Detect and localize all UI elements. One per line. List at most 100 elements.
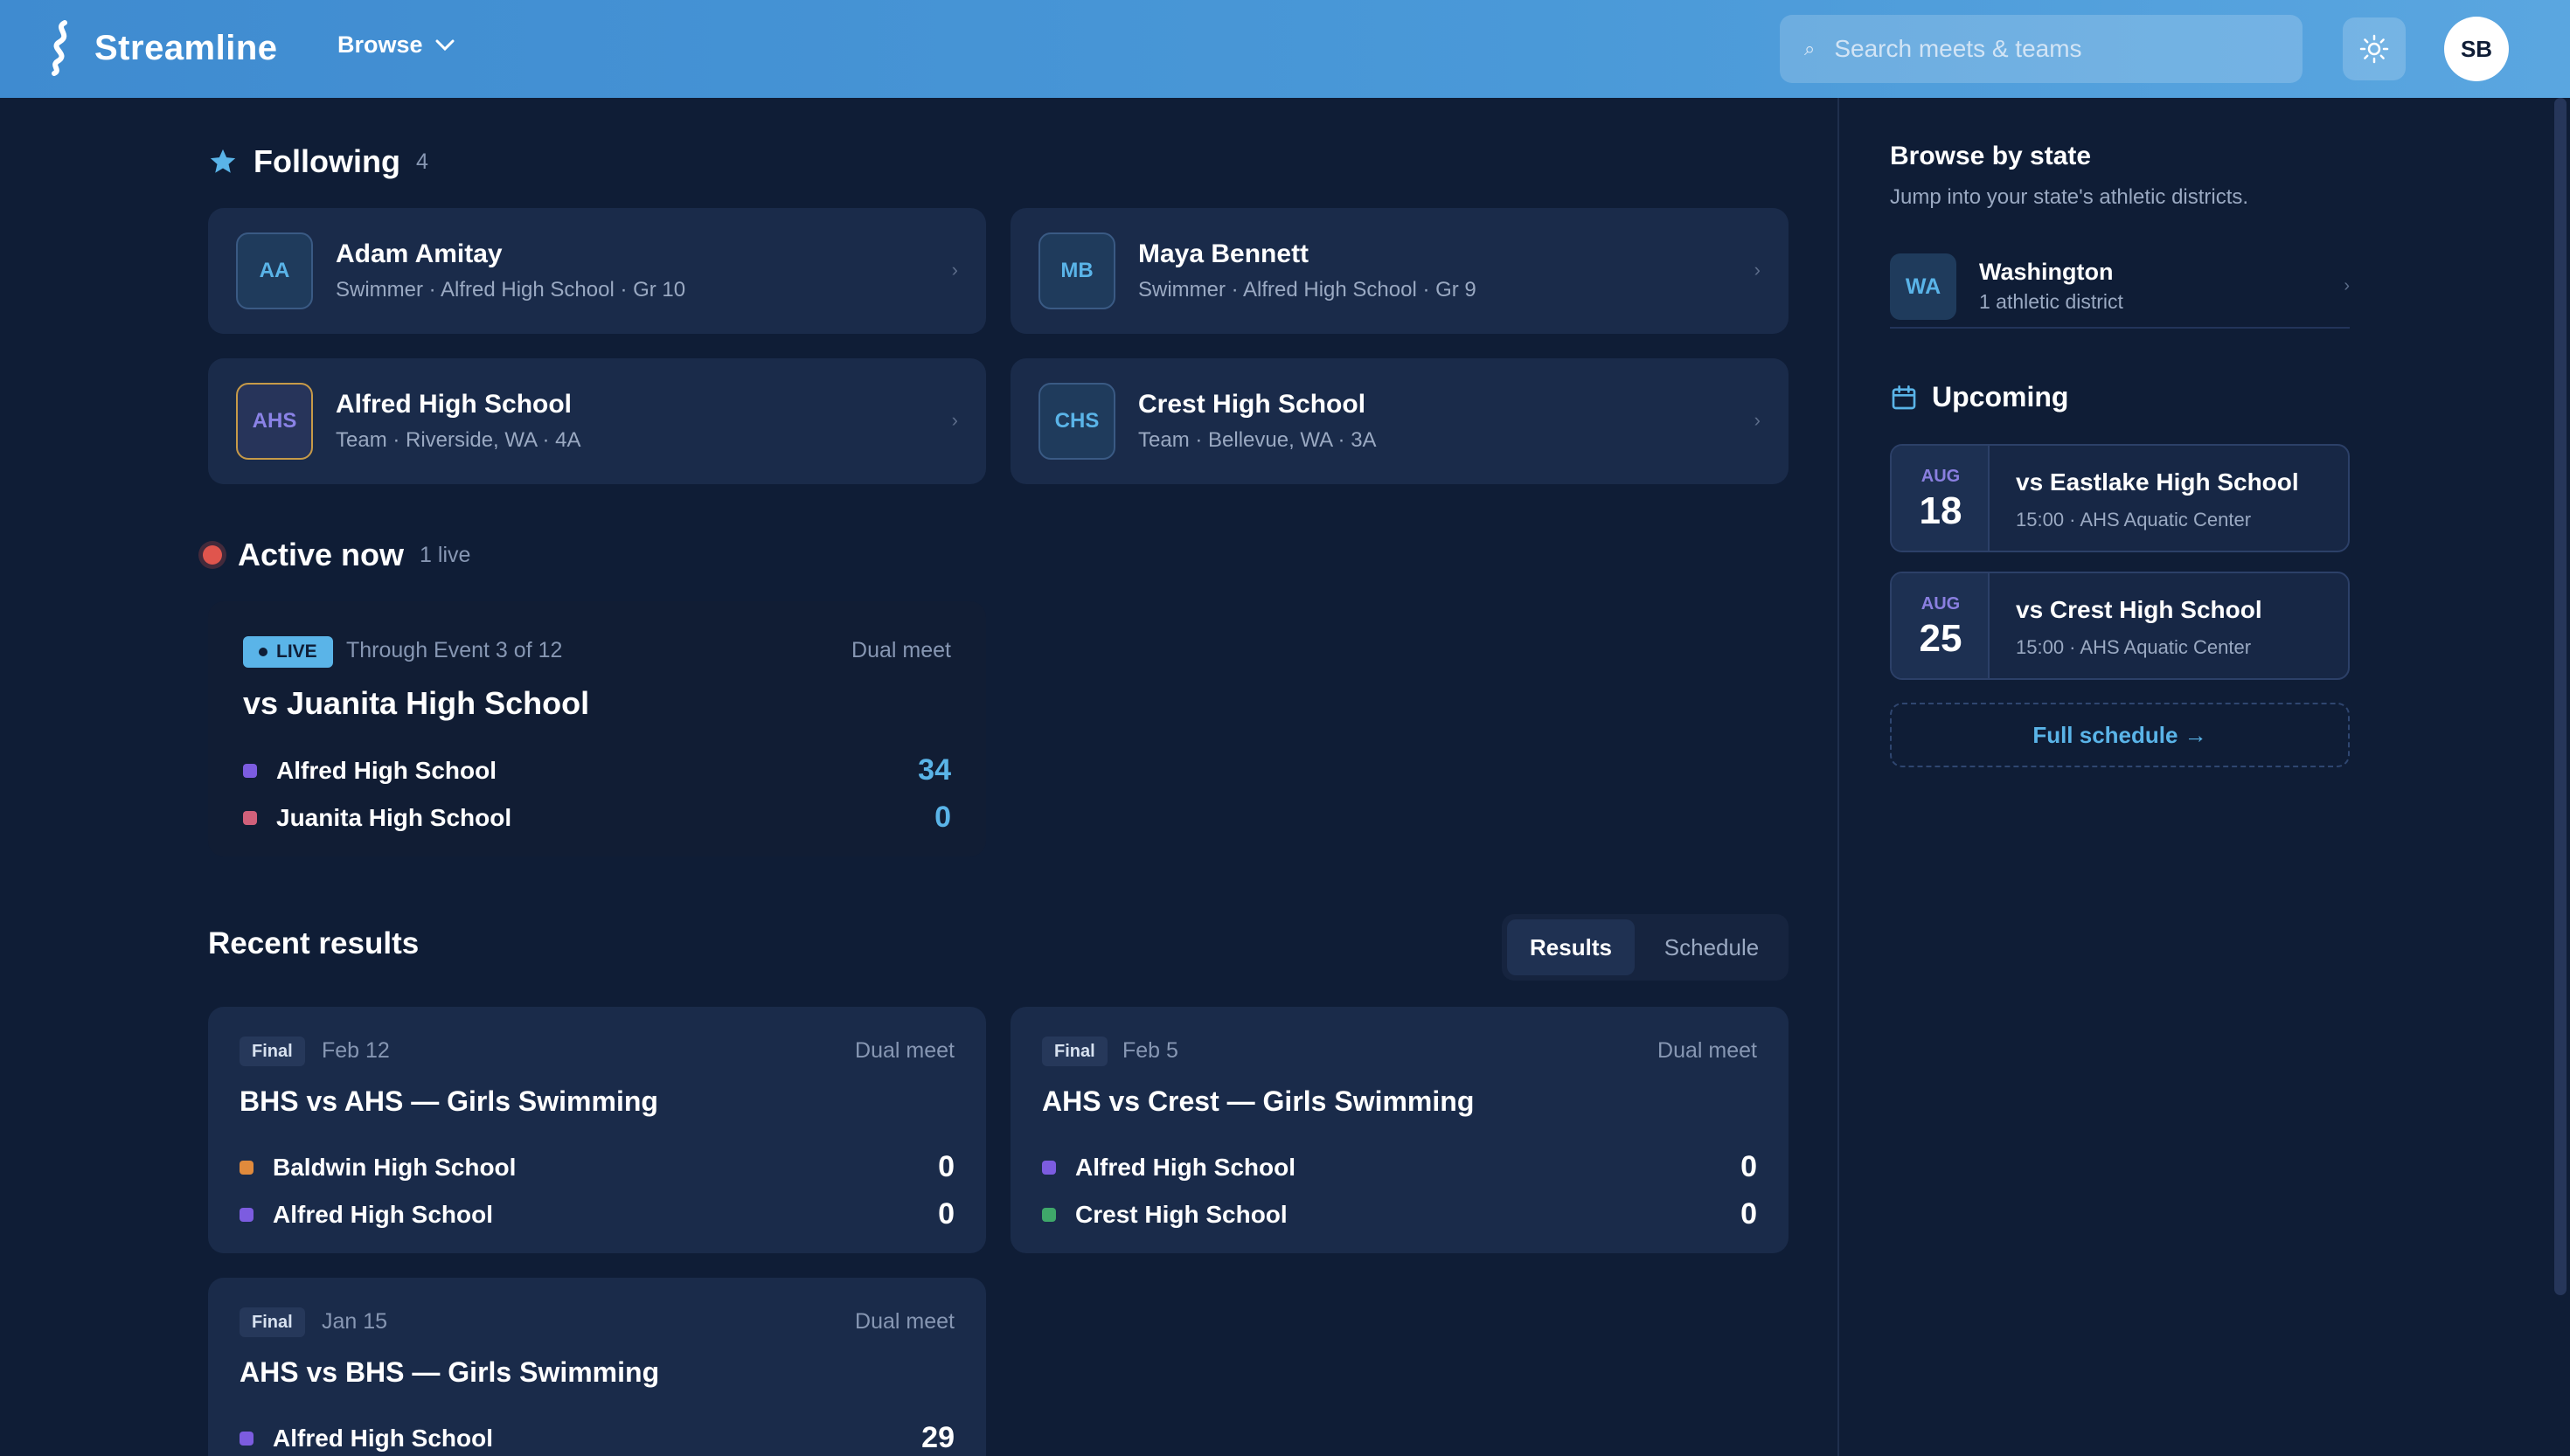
live-badge: LIVE bbox=[243, 636, 333, 668]
logo[interactable]: Streamline bbox=[45, 19, 278, 77]
team-row: Alfred High School bbox=[240, 1199, 493, 1231]
team-name: Juanita High School bbox=[276, 804, 512, 831]
team-color-swatch bbox=[240, 1432, 254, 1446]
team-score: 29 bbox=[921, 1421, 955, 1454]
team-score: 0 bbox=[938, 1197, 955, 1231]
team-badge: AHS bbox=[236, 383, 313, 460]
following-title: Following bbox=[254, 143, 400, 179]
follow-card-team[interactable]: AHS Alfred High School Team · Riverside,… bbox=[208, 358, 986, 484]
team-name: Baldwin High School bbox=[273, 1154, 517, 1181]
meet-progress: Through Event 3 of 12 bbox=[346, 638, 563, 662]
team-color-swatch bbox=[243, 764, 257, 778]
date-day: 25 bbox=[1919, 617, 1962, 660]
result-date: Jan 15 bbox=[322, 1309, 388, 1334]
date-block: AUG 18 bbox=[1892, 446, 1990, 551]
follow-subtitle: Team · Bellevue, WA · 3A bbox=[1138, 428, 1377, 452]
chevron-right-icon: › bbox=[1754, 259, 1761, 281]
result-card[interactable]: Final Feb 5 Dual meet AHS vs Crest — Gir… bbox=[1011, 1007, 1789, 1253]
follow-name: Alfred High School bbox=[336, 390, 572, 419]
tab-schedule[interactable]: Schedule bbox=[1642, 919, 1782, 975]
state-subtitle: 1 athletic district bbox=[1979, 290, 2123, 313]
result-date: Feb 5 bbox=[1122, 1038, 1178, 1063]
calendar-icon bbox=[1892, 385, 1916, 409]
upcoming-title: Upcoming bbox=[1932, 381, 2069, 413]
team-name: Alfred High School bbox=[1075, 1154, 1295, 1181]
active-now-count: 1 live bbox=[420, 542, 471, 567]
tab-results[interactable]: Results bbox=[1507, 919, 1635, 975]
meet-type: Dual meet bbox=[851, 638, 951, 662]
team-score: 0 bbox=[934, 801, 951, 834]
state-item-washington[interactable]: WA Washington 1 athletic district › bbox=[1890, 250, 2350, 329]
team-color-swatch bbox=[240, 1161, 254, 1175]
team-score: 34 bbox=[918, 753, 951, 787]
team-row: Baldwin High School bbox=[240, 1152, 516, 1183]
follow-card-athlete[interactable]: MB Maya Bennett Swimmer · Alfred High Sc… bbox=[1011, 208, 1789, 334]
live-meet-card[interactable]: LIVE Through Event 3 of 12 Dual meet vs … bbox=[208, 601, 986, 856]
upcoming-subtitle: 15:00 · AHS Aquatic Center bbox=[2016, 636, 2252, 658]
team-color-swatch bbox=[1042, 1208, 1056, 1222]
team-name: Alfred High School bbox=[273, 1201, 493, 1228]
meet-type: Dual meet bbox=[855, 1038, 955, 1063]
live-dot-icon bbox=[259, 648, 267, 656]
date-day: 18 bbox=[1919, 489, 1962, 532]
recent-results-heading: Recent results bbox=[208, 926, 419, 961]
user-avatar[interactable]: SB bbox=[2444, 17, 2509, 81]
team-row: Alfred High School bbox=[243, 755, 497, 787]
main-content: Following 4 AA Adam Amitay Swimmer · Alf… bbox=[203, 98, 1789, 1456]
live-label: LIVE bbox=[276, 641, 317, 662]
active-now-heading: Active now 1 live bbox=[203, 537, 470, 573]
follow-name: Maya Bennett bbox=[1138, 239, 1309, 268]
full-schedule-link[interactable]: Full schedule → bbox=[1890, 703, 2350, 767]
meet-title: AHS vs Crest — Girls Swimming bbox=[1042, 1085, 1475, 1117]
upcoming-heading: Upcoming bbox=[1890, 381, 2068, 413]
scrollbar[interactable] bbox=[2554, 98, 2567, 1295]
star-icon bbox=[210, 149, 236, 173]
chevron-right-icon: › bbox=[1754, 409, 1761, 431]
team-row: Alfred High School bbox=[240, 1423, 493, 1454]
chevron-right-icon: › bbox=[951, 259, 958, 281]
meet-title: vs Juanita High School bbox=[243, 685, 590, 721]
browse-by-state-title: Browse by state bbox=[1890, 142, 2092, 170]
final-badge: Final bbox=[1042, 1037, 1108, 1066]
upcoming-meet-card[interactable]: AUG 25 vs Crest High School 15:00 · AHS … bbox=[1890, 572, 2350, 680]
team-name: Crest High School bbox=[1075, 1201, 1288, 1228]
chevron-right-icon: › bbox=[951, 409, 958, 431]
team-badge: CHS bbox=[1038, 383, 1115, 460]
date-month: AUG bbox=[1921, 594, 1961, 614]
result-card[interactable]: Final Feb 12 Dual meet BHS vs AHS — Girl… bbox=[208, 1007, 986, 1253]
final-badge: Final bbox=[240, 1037, 305, 1066]
app-name: Streamline bbox=[94, 28, 278, 67]
chevron-right-icon: › bbox=[2344, 276, 2350, 295]
upcoming-title: vs Eastlake High School bbox=[2016, 468, 2299, 496]
upcoming-meet-card[interactable]: AUG 18 vs Eastlake High School 15:00 · A… bbox=[1890, 444, 2350, 552]
team-score: 0 bbox=[1740, 1197, 1757, 1231]
team-color-swatch bbox=[240, 1208, 254, 1222]
meet-type: Dual meet bbox=[855, 1309, 955, 1334]
result-date: Feb 12 bbox=[322, 1038, 390, 1063]
state-badge: WA bbox=[1890, 253, 1956, 320]
chevron-down-icon bbox=[435, 39, 455, 51]
browse-by-state-subtitle: Jump into your state's athletic district… bbox=[1890, 185, 2249, 209]
team-score: 0 bbox=[1740, 1150, 1757, 1183]
follow-card-athlete[interactable]: AA Adam Amitay Swimmer · Alfred High Sch… bbox=[208, 208, 986, 334]
search-input[interactable] bbox=[1834, 35, 2272, 63]
meet-title: AHS vs BHS — Girls Swimming bbox=[240, 1356, 660, 1388]
upcoming-title: vs Crest High School bbox=[2016, 596, 2262, 623]
browse-menu[interactable]: Browse bbox=[337, 31, 455, 59]
team-name: Alfred High School bbox=[273, 1425, 493, 1452]
search-box[interactable]: ⌕ bbox=[1780, 15, 2303, 83]
team-row: Alfred High School bbox=[1042, 1152, 1295, 1183]
athlete-badge: AA bbox=[236, 232, 313, 309]
result-card[interactable]: Final Jan 15 Dual meet AHS vs BHS — Girl… bbox=[208, 1278, 986, 1456]
recent-results-title: Recent results bbox=[208, 926, 420, 960]
follow-card-team[interactable]: CHS Crest High School Team · Bellevue, W… bbox=[1011, 358, 1789, 484]
team-score: 0 bbox=[938, 1150, 955, 1183]
sun-icon bbox=[2359, 34, 2389, 64]
results-tabs: Results Schedule bbox=[1502, 914, 1789, 981]
theme-toggle-button[interactable] bbox=[2343, 17, 2406, 80]
live-dot-icon bbox=[203, 545, 222, 565]
team-row: Juanita High School bbox=[243, 802, 511, 834]
follow-subtitle: Swimmer · Alfred High School · Gr 10 bbox=[336, 278, 686, 302]
top-bar: Streamline Browse ⌕ SB bbox=[0, 0, 2570, 98]
upcoming-subtitle: 15:00 · AHS Aquatic Center bbox=[2016, 509, 2252, 530]
